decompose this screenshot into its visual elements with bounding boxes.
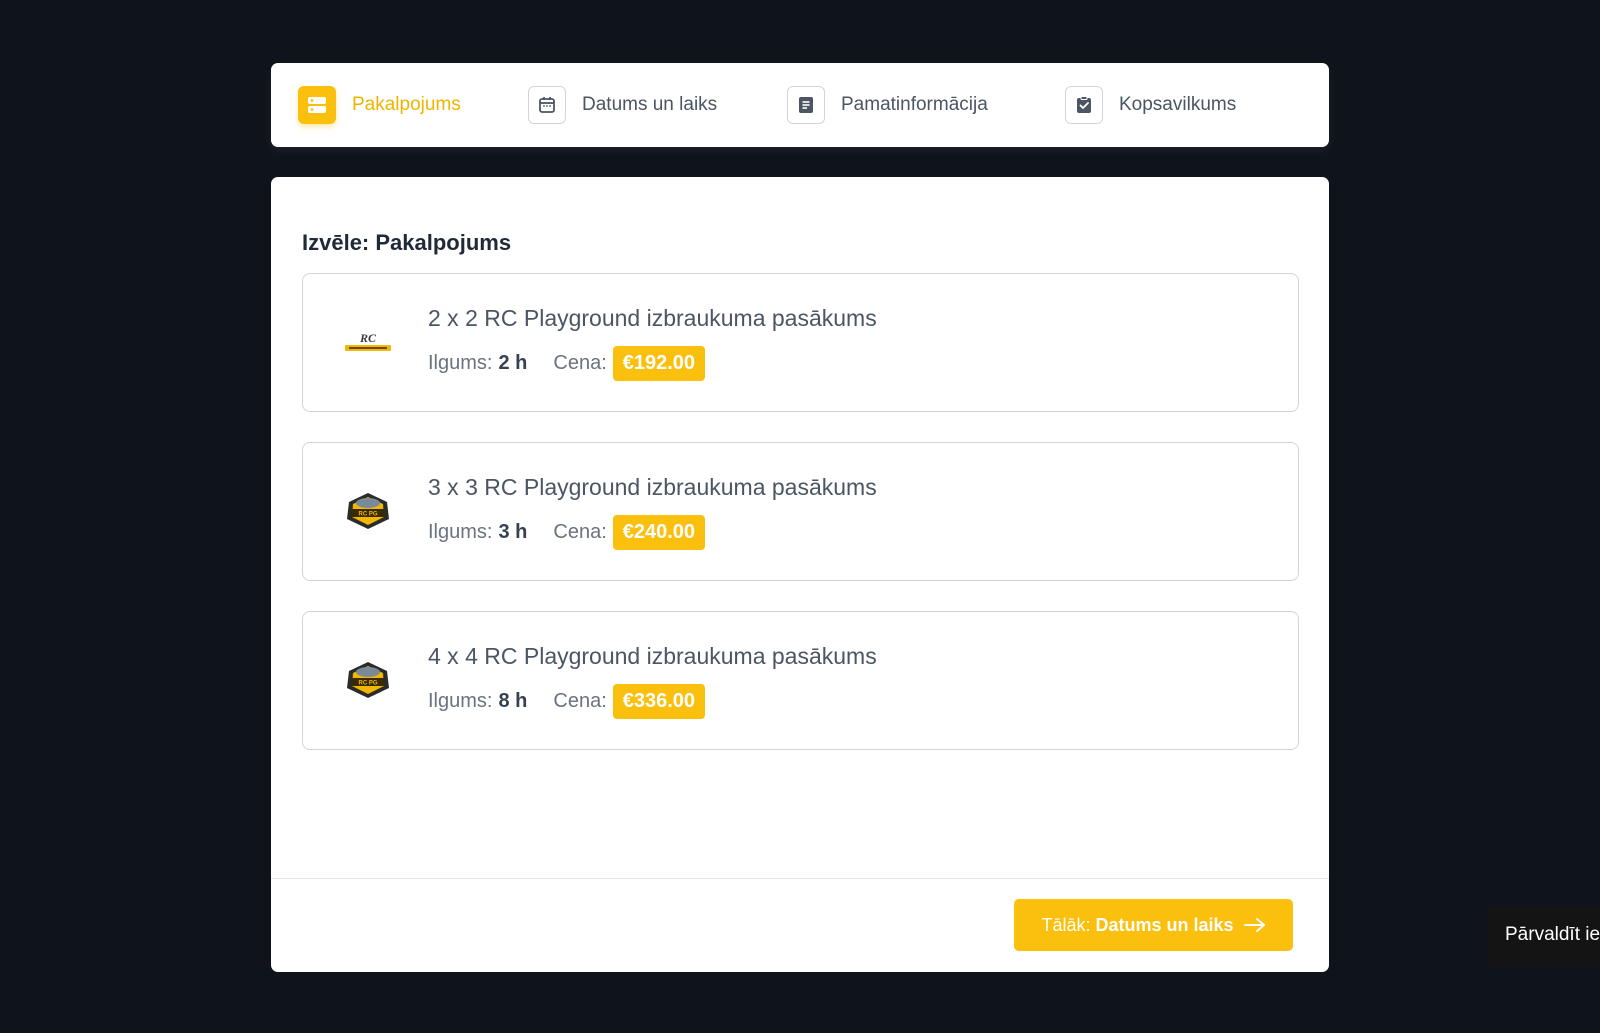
duration-value: 8 h [498, 690, 528, 712]
booking-steps-nav: Pakalpojums Datums un laiks Pamatinformā… [271, 63, 1329, 147]
service-meta: Ilgums: 2 h Cena: €192.00 [428, 346, 706, 381]
svg-text:RC PG: RC PG [358, 512, 377, 518]
service-meta: Ilgums: 8 h Cena: €336.00 [428, 684, 706, 719]
calendar-icon [528, 86, 566, 124]
step-basic-info-label: Pamatinformācija [841, 94, 988, 115]
step-date-time[interactable]: Datums un laiks [528, 84, 717, 126]
price-badge: €336.00 [612, 684, 706, 719]
next-step-button[interactable]: Tālāk: Datums un laiks [1014, 899, 1293, 951]
server-icon [298, 86, 336, 124]
next-button-prefix: Tālāk: [1041, 914, 1091, 935]
duration-label: Ilgums: [428, 690, 493, 712]
clipboard-check-icon [1065, 86, 1103, 124]
duration-value: 3 h [498, 521, 528, 543]
rc-playground-badge-logo: RC PG [343, 658, 393, 702]
step-service[interactable]: Pakalpojums [298, 84, 461, 126]
step-summary[interactable]: Kopsavilkums [1065, 84, 1236, 126]
footer-divider [271, 878, 1329, 879]
step-service-label: Pakalpojums [352, 94, 461, 115]
duration-value: 2 h [498, 352, 528, 374]
price-badge: €240.00 [612, 515, 706, 550]
step-date-time-label: Datums un laiks [582, 94, 718, 115]
price-label: Cena: [553, 690, 607, 712]
service-name: 3 x 3 RC Playground izbraukuma pasākums [428, 474, 877, 500]
step-basic-info[interactable]: Pamatinformācija [787, 84, 988, 126]
duration-label: Ilgums: [428, 521, 493, 543]
step-summary-label: Kopsavilkums [1119, 94, 1237, 115]
document-icon [787, 86, 825, 124]
service-list: RC 2 x 2 RC Playground izbraukuma pasāku… [302, 273, 1299, 780]
service-selection-panel: Izvēle: Pakalpojums RC 2 x 2 RC Playgrou… [271, 177, 1329, 972]
rc-playground-badge-logo: RC PG [343, 489, 393, 533]
page-title: Izvēle: Pakalpojums [302, 230, 512, 255]
duration-label: Ilgums: [428, 352, 493, 374]
arrow-right-icon [1243, 917, 1266, 933]
next-button-target: Datums un laiks [1095, 914, 1234, 935]
service-name: 2 x 2 RC Playground izbraukuma pasākums [428, 305, 877, 331]
manage-settings-tab[interactable]: Pārvaldīt ie [1487, 907, 1600, 967]
rc-playground-logo: RC [343, 320, 393, 364]
svg-text:RC PG: RC PG [358, 681, 377, 687]
service-card-2x2[interactable]: RC 2 x 2 RC Playground izbraukuma pasāku… [302, 273, 1299, 412]
price-badge: €192.00 [612, 346, 706, 381]
price-label: Cena: [553, 352, 607, 374]
service-card-3x3[interactable]: RC PG 3 x 3 RC Playground izbraukuma pas… [302, 442, 1299, 581]
service-meta: Ilgums: 3 h Cena: €240.00 [428, 515, 706, 550]
service-name: 4 x 4 RC Playground izbraukuma pasākums [428, 643, 877, 669]
price-label: Cena: [553, 521, 607, 543]
service-card-4x4[interactable]: RC PG 4 x 4 RC Playground izbraukuma pas… [302, 611, 1299, 750]
svg-text:RC: RC [359, 331, 377, 345]
